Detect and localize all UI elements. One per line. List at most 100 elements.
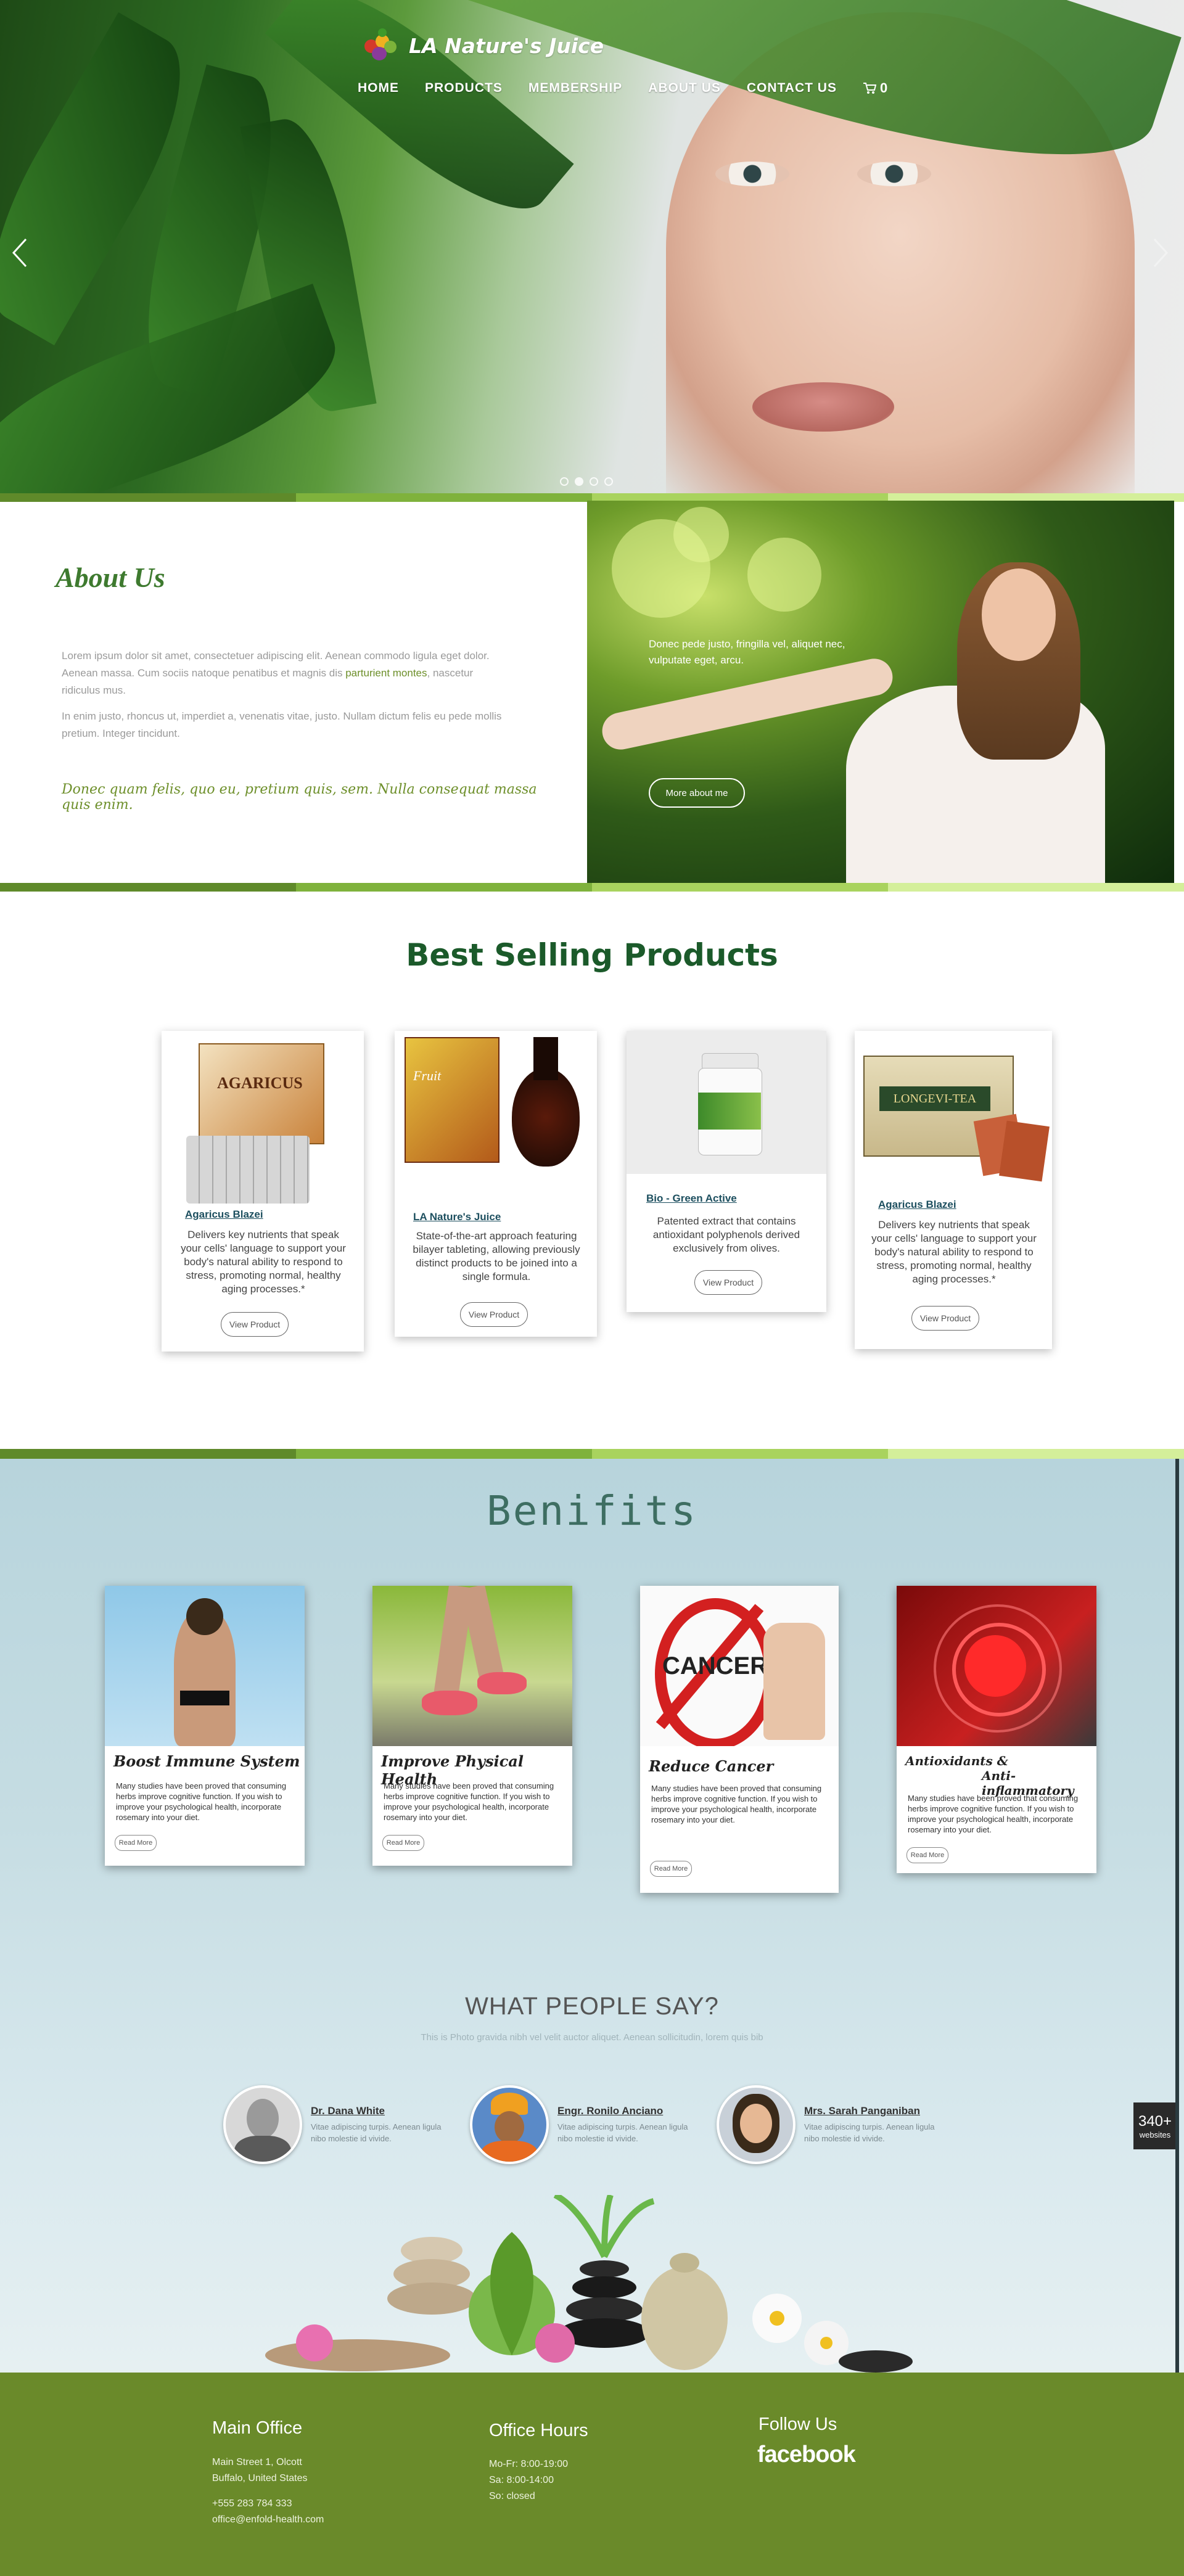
benefit-card: Boost Immune System Many studies have be…	[105, 1586, 305, 1866]
benefit-image	[897, 1586, 1096, 1746]
benefit-image: CANCER	[640, 1586, 839, 1746]
footer-office-title: Main Office	[212, 2418, 303, 2438]
benefit-title: Antioxidants &	[905, 1754, 1008, 1768]
view-product-button[interactable]: View Product	[221, 1312, 289, 1337]
woman-face	[982, 568, 1056, 661]
slider-dot[interactable]	[604, 477, 613, 486]
slider-dot[interactable]	[590, 477, 598, 486]
benefits-title: Benifits	[487, 1487, 697, 1535]
testimonial-name[interactable]: Dr. Dana White	[311, 2105, 446, 2117]
footer-phone[interactable]: +555 283 784 333	[212, 2498, 292, 2509]
about-paragraph: Lorem ipsum dolor sit amet, consectetuer…	[62, 647, 512, 699]
woman-arm	[599, 655, 896, 753]
product-image: Fruit	[395, 1031, 597, 1204]
benefit-card: CANCER Reduce Cancer Many studies have b…	[640, 1586, 839, 1893]
benefit-description: Many studies have been proved that consu…	[116, 1781, 287, 1822]
slider-dots	[560, 477, 613, 486]
product-card: AGARICUS Agaricus Blazei Delivers key nu…	[162, 1031, 364, 1352]
nav-about-us[interactable]: ABOUT US	[648, 81, 721, 96]
cart-icon	[863, 83, 876, 94]
view-product-button[interactable]: View Product	[911, 1306, 979, 1331]
product-name[interactable]: Agaricus Blazei	[185, 1208, 263, 1221]
footer-hours-line: So: closed	[489, 2491, 535, 2501]
hero-model-lips	[752, 382, 894, 432]
facebook-icon[interactable]: facebook	[757, 2442, 856, 2468]
about-paragraph-2: In enim justo, rhoncus ut, imperdiet a, …	[62, 710, 502, 739]
chevron-right-icon	[1153, 238, 1169, 268]
avatar	[717, 2085, 796, 2164]
benefit-description: Many studies have been proved that consu…	[908, 1794, 1079, 1834]
footer-email[interactable]: office@enfold-health.com	[212, 2514, 324, 2525]
about-photo: Donec pede justo, fringilla vel, aliquet…	[587, 501, 1174, 883]
spa-stones-decoration	[265, 2195, 913, 2373]
hero-model-eye	[715, 162, 789, 186]
chevron-left-icon	[12, 238, 27, 268]
nav-products[interactable]: PRODUCTS	[425, 81, 503, 96]
footer-hours-title: Office Hours	[489, 2421, 588, 2440]
product-description: Patented extract that contains antioxida…	[652, 1215, 800, 1254]
product-card: Fruit LA Nature's Juice State-of-the-art…	[395, 1031, 597, 1337]
about-link[interactable]: parturient montes	[345, 667, 427, 679]
view-product-button[interactable]: View Product	[694, 1270, 762, 1295]
hero-model-eye	[857, 162, 931, 186]
main-nav: HOME PRODUCTS MEMBERSHIP ABOUT US CONTAC…	[358, 80, 887, 96]
nav-membership[interactable]: MEMBERSHIP	[528, 81, 622, 96]
product-image	[627, 1031, 826, 1174]
counter-label: websites	[1139, 2130, 1171, 2139]
product-card: LONGEVI-TEA Agaricus Blazei Delivers key…	[855, 1031, 1052, 1349]
websites-counter-badge[interactable]: 340+ websites	[1133, 2102, 1177, 2149]
product-image: AGARICUS	[162, 1031, 364, 1210]
more-about-button[interactable]: More about me	[649, 778, 745, 808]
about-title: About Us	[56, 562, 165, 593]
bokeh-light	[673, 507, 729, 562]
benefit-card: Antioxidants & Anti-inflammatory Many st…	[897, 1586, 1096, 1873]
read-more-button[interactable]: Read More	[906, 1847, 948, 1863]
about-quote: Donec quam felis, quo eu, pretium quis, …	[62, 782, 537, 813]
slider-dot[interactable]	[560, 477, 569, 486]
product-card: Bio - Green Active Patented extract that…	[627, 1031, 826, 1312]
benefit-title: Boost Immune System	[113, 1752, 300, 1770]
benefit-title: Reduce Cancer	[649, 1757, 774, 1775]
brand-logo[interactable]: LA Nature's Juice	[361, 27, 604, 64]
product-image: LONGEVI-TEA	[855, 1031, 1052, 1197]
testimonial-name[interactable]: Mrs. Sarah Panganiban	[804, 2105, 940, 2117]
cancer-word: CANCER	[662, 1652, 768, 1680]
about-photo-caption: Donec pede justo, fringilla vel, aliquet…	[649, 638, 845, 666]
testimonials-subtitle: This is Photo gravida nibh vel velit auc…	[421, 2032, 763, 2043]
footer-address-line: Main Street 1, Olcott	[212, 2457, 302, 2467]
avatar	[223, 2085, 302, 2164]
read-more-button[interactable]: Read More	[115, 1835, 157, 1851]
testimonials-title: WHAT PEOPLE SAY?	[465, 1993, 719, 2020]
nav-home[interactable]: HOME	[358, 81, 399, 96]
footer-address-line: Buffalo, United States	[212, 2473, 308, 2484]
product-description: Delivers key nutrients that speak your c…	[181, 1229, 346, 1295]
products-title: Best Selling Products	[406, 937, 778, 973]
avatar	[470, 2085, 549, 2164]
hero-slider	[0, 0, 1184, 493]
view-product-button[interactable]: View Product	[460, 1302, 528, 1327]
product-description: Delivers key nutrients that speak your c…	[871, 1219, 1037, 1285]
scrollbar[interactable]	[1175, 1459, 1179, 2373]
testimonial-text: Vitae adipiscing turpis. Aenean ligula n…	[557, 2122, 688, 2143]
cart-count: 0	[879, 80, 888, 96]
slider-prev-button[interactable]	[7, 234, 32, 271]
nav-contact-us[interactable]: CONTACT US	[747, 81, 837, 96]
testimonial: Dr. Dana White Vitae adipiscing turpis. …	[223, 2085, 446, 2164]
bokeh-light	[747, 538, 821, 612]
footer-follow-title: Follow Us	[758, 2414, 837, 2434]
product-name[interactable]: Agaricus Blazei	[878, 1199, 956, 1211]
cart-button[interactable]: 0	[863, 80, 887, 96]
product-name[interactable]: Bio - Green Active	[646, 1192, 737, 1205]
product-description: State-of-the-art approach featuring bila…	[413, 1230, 580, 1282]
benefit-image	[105, 1586, 305, 1746]
read-more-button[interactable]: Read More	[382, 1835, 424, 1851]
testimonial-text: Vitae adipiscing turpis. Aenean ligula n…	[311, 2122, 442, 2143]
slider-dot[interactable]	[575, 477, 583, 486]
product-name[interactable]: LA Nature's Juice	[413, 1211, 501, 1223]
testimonial-text: Vitae adipiscing turpis. Aenean ligula n…	[804, 2122, 935, 2143]
fruit-basket-icon	[361, 28, 400, 63]
slider-next-button[interactable]	[1148, 234, 1173, 271]
read-more-button[interactable]: Read More	[650, 1861, 692, 1877]
footer-hours-line: Mo-Fr: 8:00-19:00	[489, 2459, 569, 2469]
testimonial-name[interactable]: Engr. Ronilo Anciano	[557, 2105, 693, 2117]
